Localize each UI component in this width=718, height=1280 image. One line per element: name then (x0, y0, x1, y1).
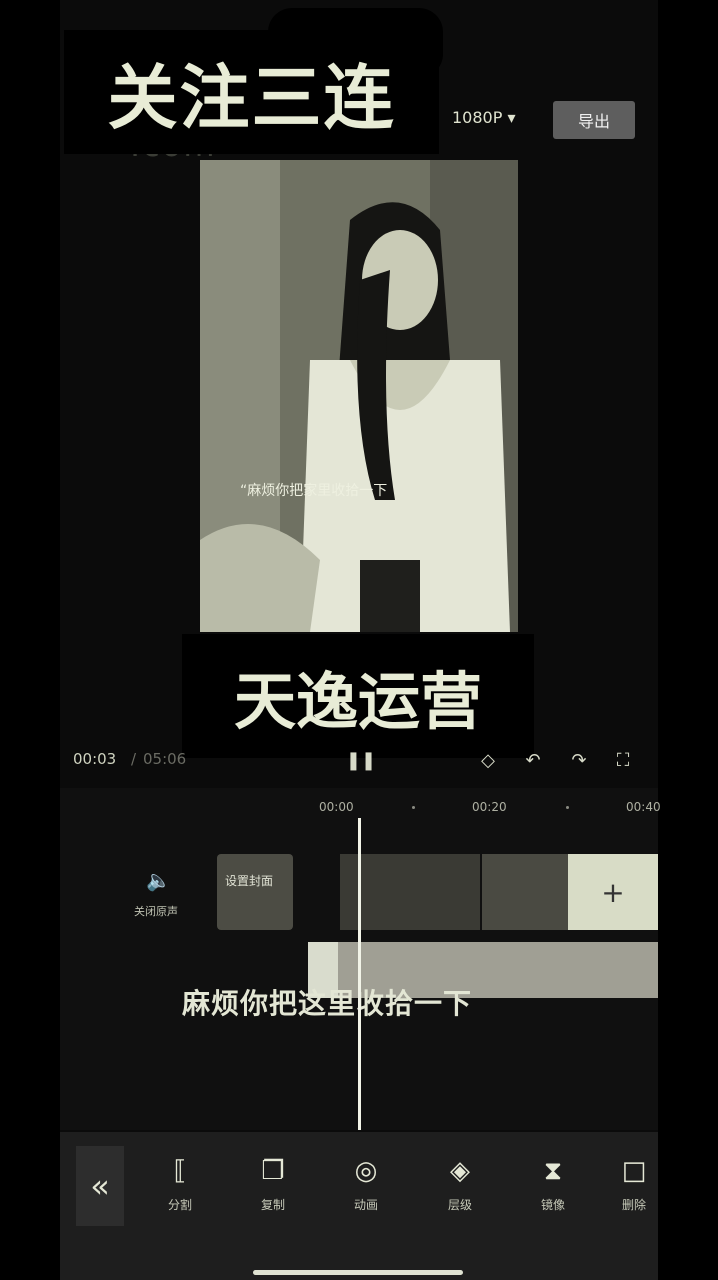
home-indicator[interactable] (253, 1270, 463, 1275)
fullscreen-icon[interactable]: ⛶ (611, 748, 635, 772)
animation-label: 动画 (353, 1198, 378, 1212)
delete-label: 删除 (621, 1198, 646, 1212)
split-icon: ⟦ (173, 1156, 187, 1186)
time-tick: 00:40 (626, 800, 661, 814)
caret-down-icon: ▾ (507, 108, 516, 127)
pause-icon[interactable]: ❚❚ (346, 748, 376, 772)
tick-dot (566, 806, 569, 809)
video-preview[interactable]: “麻烦你把家里收拾一下 (200, 160, 518, 632)
tick-dot (412, 806, 415, 809)
mirror-label: 镜像 (540, 1198, 565, 1212)
top-caption-overlay: 关注三连 (64, 30, 439, 154)
text-clip-label: 麻烦你把这里收拾一下 (182, 987, 473, 1020)
layers-icon: ◈ (450, 1156, 470, 1186)
copy-label: 复制 (260, 1198, 285, 1212)
playhead[interactable] (358, 818, 361, 1130)
bottom-toolbar: « ⟦ 分割 ❐ 复制 ◎ 动画 ◈ 层级 ⧗ 镜像 □ 删除 (60, 1132, 658, 1280)
mirror-icon: ⧗ (543, 1156, 563, 1186)
animation-button[interactable]: ◎ 动画 (336, 1156, 396, 1213)
time-tick: 00:00 (319, 800, 354, 814)
keyframe-icon[interactable]: ◇ (476, 748, 500, 772)
resolution-selector[interactable]: 1080P ▾ (452, 108, 516, 127)
total-time: 05:06 (143, 750, 187, 768)
mirror-button[interactable]: ⧗ 镜像 (523, 1156, 583, 1213)
collapse-button[interactable]: « (76, 1146, 124, 1226)
export-button[interactable]: 导出 (553, 101, 635, 139)
copy-icon: ❐ (261, 1156, 285, 1186)
set-cover-button[interactable]: 设置封面 (217, 854, 293, 930)
playback-bar: 00:03 / 05:06 ❚❚ ◇ ↶ ↷ ⛶ (60, 740, 658, 780)
layers-label: 层级 (447, 1198, 472, 1212)
undo-icon[interactable]: ↶ (521, 748, 545, 772)
resolution-label: 1080P (452, 108, 503, 127)
speaker-icon[interactable]: 🔈 (146, 868, 171, 892)
video-frame-image (200, 160, 518, 632)
video-caption: “麻烦你把家里收拾一下 (240, 483, 388, 499)
delete-icon: □ (621, 1156, 647, 1186)
split-label: 分割 (167, 1198, 192, 1212)
video-clip[interactable] (480, 854, 570, 930)
time-tick: 00:20 (472, 800, 507, 814)
copy-button[interactable]: ❐ 复制 (243, 1156, 303, 1213)
split-button[interactable]: ⟦ 分割 (150, 1156, 210, 1213)
mute-original-label[interactable]: 关闭原声 (134, 903, 178, 919)
add-clip-button[interactable]: + (568, 854, 658, 930)
cover-label: 设置封面 (225, 874, 274, 888)
current-time: 00:03 (73, 750, 117, 768)
redo-icon[interactable]: ↷ (567, 748, 591, 772)
timeline-panel[interactable]: 00:00 00:20 00:40 🔈 关闭原声 设置封面 + 麻烦你把这里收拾… (60, 788, 661, 1130)
delete-button[interactable]: □ 删除 (610, 1156, 658, 1213)
layers-button[interactable]: ◈ 层级 (430, 1156, 490, 1213)
animation-icon: ◎ (354, 1156, 378, 1186)
time-separator: / (131, 750, 137, 768)
